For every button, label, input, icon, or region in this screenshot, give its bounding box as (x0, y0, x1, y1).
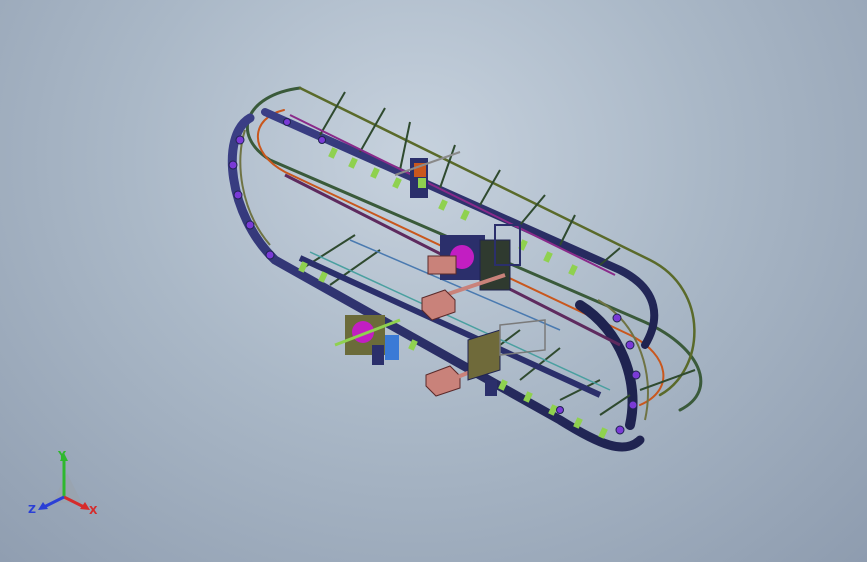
motor-station-middle (427, 224, 521, 302)
triad-x-label: X (89, 504, 98, 517)
triad-y-label: Y (58, 449, 66, 462)
graphics-viewport[interactable]: Y X Z (0, 0, 867, 562)
triad-z-label: Z (28, 503, 36, 516)
motor-station-lower (334, 315, 401, 365)
conveyor-loop-model[interactable] (0, 0, 867, 562)
lower-station-plates (467, 319, 546, 396)
